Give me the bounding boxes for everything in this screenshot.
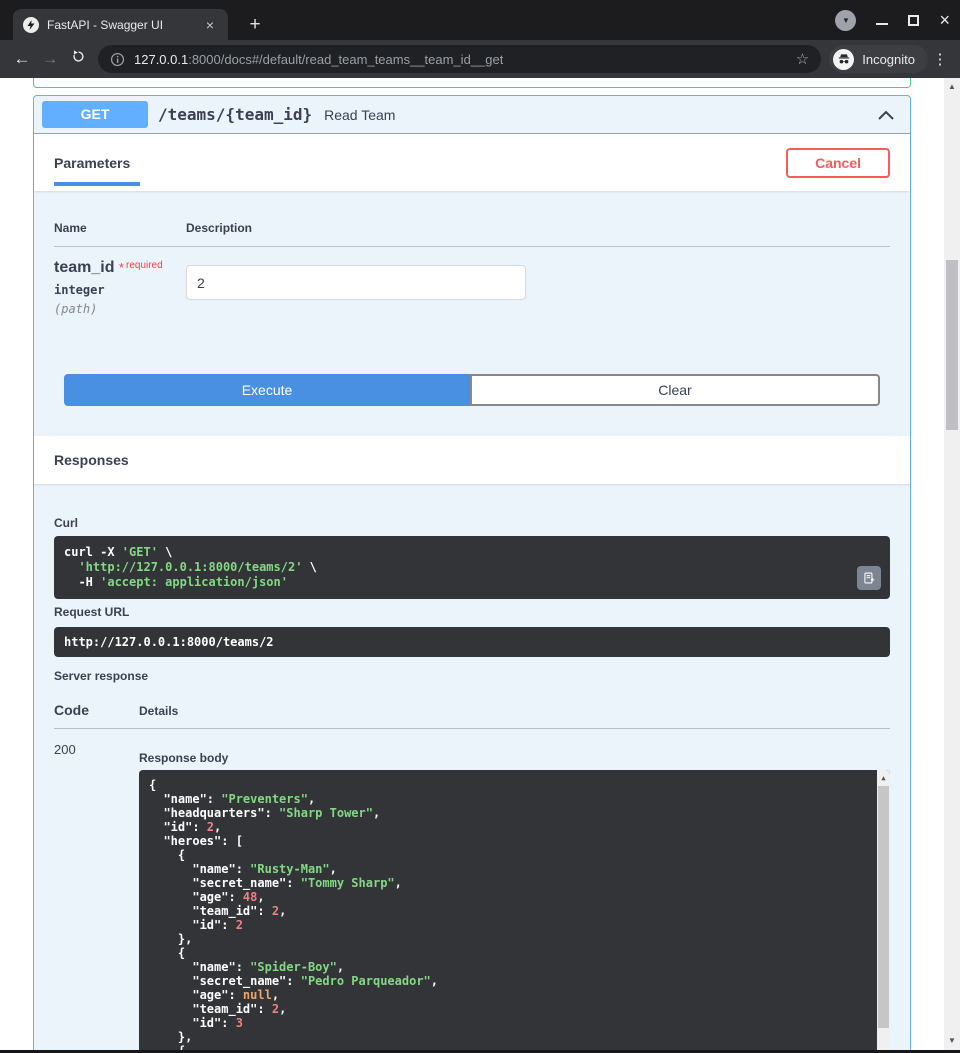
response-body-label: Response body [139,751,890,765]
responses-title: Responses [54,452,129,468]
url-path: :8000/docs#/default/read_team_teams__tea… [188,52,503,67]
required-star: * [119,260,124,275]
reload-button[interactable] [64,49,92,69]
endpoint-path: /teams/{team_id} [158,105,312,124]
responses-header: Responses [34,436,910,484]
parameter-type: integer [54,283,186,297]
team-id-input[interactable] [186,265,526,300]
method-badge: GET [42,101,148,128]
response-scrollbar-thumb[interactable] [878,786,889,1028]
cancel-button[interactable]: Cancel [786,148,890,178]
page-scrollbar-thumb[interactable] [946,260,958,430]
minimize-button[interactable] [876,23,888,25]
server-response-row: 200 Response body { "name": "Preventers"… [54,742,890,1053]
parameter-row: team_id *required integer (path) [54,247,890,316]
forward-button[interactable]: → [36,49,64,69]
parameter-location: (path) [54,302,186,316]
server-response-label: Server response [54,669,890,683]
parameters-header: Parameters Cancel [34,134,910,191]
server-response-table-header: Code Details [54,702,890,718]
tab-title: FastAPI - Swagger UI [47,18,194,32]
scroll-up-icon[interactable]: ▲ [944,82,960,91]
execute-button[interactable]: Execute [64,374,470,406]
back-button[interactable]: ← [8,49,36,69]
url-host: 127.0.0.1 [134,52,188,67]
url-bar[interactable]: 127.0.0.1:8000/docs#/default/read_team_t… [98,45,821,73]
get-opblock: GET /teams/{team_id} Read Team Parameter… [33,95,911,1053]
opblock-summary[interactable]: GET /teams/{team_id} Read Team [34,96,910,134]
previous-opblock-tail [33,78,911,88]
copy-to-clipboard-button[interactable] [857,566,881,590]
name-column-header: Name [54,221,186,235]
site-info-icon[interactable] [110,52,125,67]
tab-strip: FastAPI - Swagger UI × + ▼ × [0,0,960,40]
tab-search-button[interactable]: ▼ [835,10,856,31]
new-tab-button[interactable]: + [242,13,268,37]
scroll-up-icon[interactable]: ▲ [877,770,890,782]
tab-active-underline [54,182,140,186]
parameter-info: team_id *required integer (path) [54,259,186,316]
request-url-label: Request URL [54,605,890,619]
bookmark-star-icon[interactable]: ☆ [796,50,809,68]
table-divider [54,728,890,729]
response-body-scrollbar[interactable]: ▲ [877,770,890,1053]
collapse-chevron-icon[interactable] [876,107,896,123]
swagger-page: GET /teams/{team_id} Read Team Parameter… [0,78,960,1053]
scroll-down-icon[interactable]: ▼ [944,1036,960,1045]
status-code: 200 [54,742,139,1053]
incognito-label: Incognito [862,52,915,67]
incognito-badge: Incognito [829,45,928,73]
parameter-name: team_id [54,259,114,276]
request-url-value: http://127.0.0.1:8000/teams/2 [54,627,890,657]
incognito-icon [833,49,854,70]
browser-tab[interactable]: FastAPI - Swagger UI × [13,9,228,40]
description-column-header: Description [186,221,252,235]
curl-label: Curl [54,516,890,530]
required-label: required [126,260,163,271]
browser-menu-icon[interactable]: ⋮ [928,50,952,68]
endpoint-summary: Read Team [324,107,395,123]
window-close-button[interactable]: × [939,11,950,29]
tab-parameters[interactable]: Parameters [54,155,130,171]
curl-command-block: curl -X 'GET' \ 'http://127.0.0.1:8000/t… [54,536,890,599]
clear-button[interactable]: Clear [470,374,880,406]
parameter-value-cell [186,259,526,316]
browser-toolbar: ← → 127.0.0.1:8000/docs#/default/read_te… [0,40,960,78]
execute-row: Execute Clear [64,374,880,406]
code-column-header: Code [54,702,139,718]
details-column-header: Details [139,704,178,718]
fastapi-favicon-icon [23,17,39,33]
tab-close-icon[interactable]: × [202,16,218,34]
responses-area: Curl curl -X 'GET' \ 'http://127.0.0.1:8… [34,484,910,1053]
response-details-cell: Response body { "name": "Preventers", "h… [139,742,890,1053]
page-scrollbar[interactable]: ▲ ▼ [944,78,960,1053]
page-content: GET /teams/{team_id} Read Team Parameter… [33,78,911,1053]
parameters-area: Name Description team_id *required integ… [34,191,910,406]
window-controls: ▼ × [835,8,950,32]
browser-window: FastAPI - Swagger UI × + ▼ × ← → 127.0.0… [0,0,960,1053]
parameters-table-header: Name Description [54,221,890,235]
response-body-block: { "name": "Preventers", "headquarters": … [139,770,890,1053]
maximize-button[interactable] [908,15,919,26]
url-text[interactable]: 127.0.0.1:8000/docs#/default/read_team_t… [134,52,503,67]
